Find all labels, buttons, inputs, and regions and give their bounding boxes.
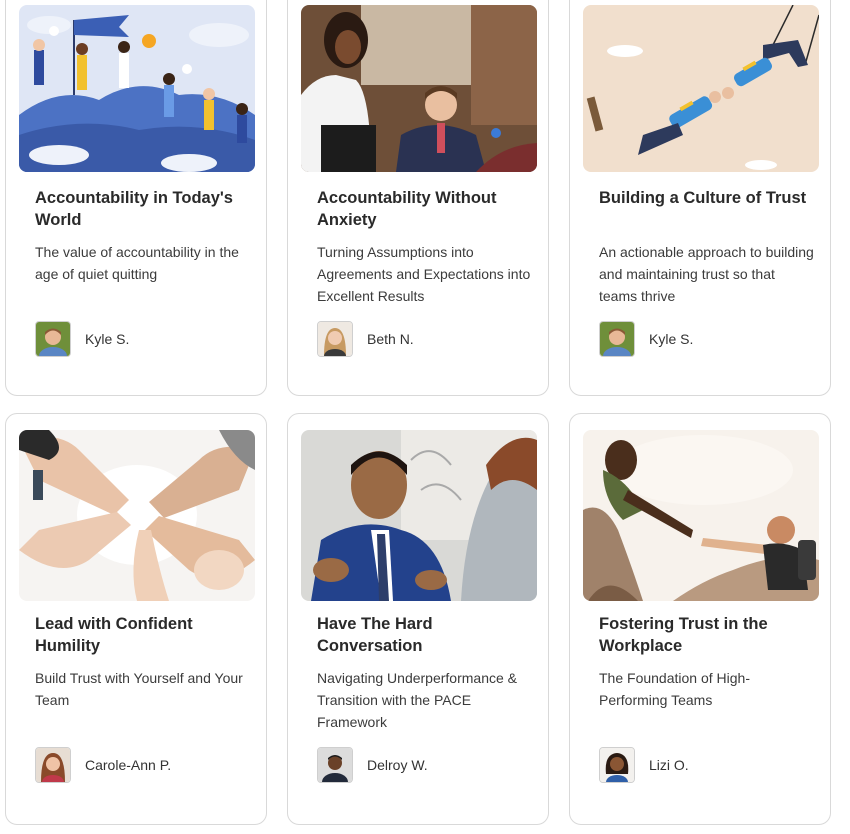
team-climbing-illustration-icon [19, 5, 255, 172]
author-name: Lizi O. [649, 757, 689, 773]
author-name: Kyle S. [85, 331, 130, 347]
businessman-conversation-photo-icon [301, 430, 537, 601]
author-name: Carole-Ann P. [85, 757, 172, 773]
helping-hand-climb-photo-icon [583, 430, 819, 601]
course-author: Lizi O. [599, 747, 689, 783]
course-author: Beth N. [317, 321, 414, 357]
course-card[interactable]: Fostering Trust in the Workplace The Fou… [569, 413, 831, 825]
lizi-avatar-icon [599, 747, 635, 783]
trapeze-trust-illustration-icon [583, 5, 819, 172]
course-subtitle: The value of accountability in the age o… [35, 244, 239, 282]
kyle-avatar-icon [599, 321, 635, 357]
course-subtitle: Turning Assumptions into Agreements and … [317, 244, 531, 304]
course-card[interactable]: Lead with Confident Humility Build Trust… [5, 413, 267, 825]
course-author: Kyle S. [35, 321, 129, 357]
course-subtitle: Navigating Underperformance & Transition… [317, 670, 517, 730]
course-grid: Accountability in Today's World The valu… [0, 0, 850, 834]
course-card[interactable]: Accountability Without Anxiety Turning A… [287, 0, 549, 396]
author-name: Kyle S. [649, 331, 694, 347]
joined-hands-circle-photo-icon [19, 430, 255, 601]
course-card[interactable]: Have The Hard Conversation Navigating Un… [287, 413, 549, 825]
beth-avatar-icon [317, 321, 353, 357]
course-subtitle: Build Trust with Yourself and Your Team [35, 670, 243, 708]
course-title[interactable]: Fostering Trust in the Workplace [599, 613, 814, 657]
delroy-avatar-icon [317, 747, 353, 783]
course-title[interactable]: Lead with Confident Humility [35, 613, 250, 657]
course-subtitle: An actionable approach to building and m… [599, 244, 814, 304]
author-name: Delroy W. [367, 757, 428, 773]
course-subtitle: The Foundation of High-Performing Teams [599, 670, 750, 708]
course-title[interactable]: Accountability in Today's World [35, 187, 250, 231]
kyle-avatar-icon [35, 321, 71, 357]
course-author: Delroy W. [317, 747, 428, 783]
course-title[interactable]: Building a Culture of Trust [599, 187, 814, 209]
course-author: Kyle S. [599, 321, 693, 357]
author-name: Beth N. [367, 331, 414, 347]
course-card[interactable]: Accountability in Today's World The valu… [5, 0, 267, 396]
course-author: Carole-Ann P. [35, 747, 171, 783]
course-card[interactable]: Building a Culture of Trust An actionabl… [569, 0, 831, 396]
carole-ann-avatar-icon [35, 747, 71, 783]
course-title[interactable]: Have The Hard Conversation [317, 613, 532, 657]
business-meeting-photo-icon [301, 5, 537, 172]
course-title[interactable]: Accountability Without Anxiety [317, 187, 532, 231]
